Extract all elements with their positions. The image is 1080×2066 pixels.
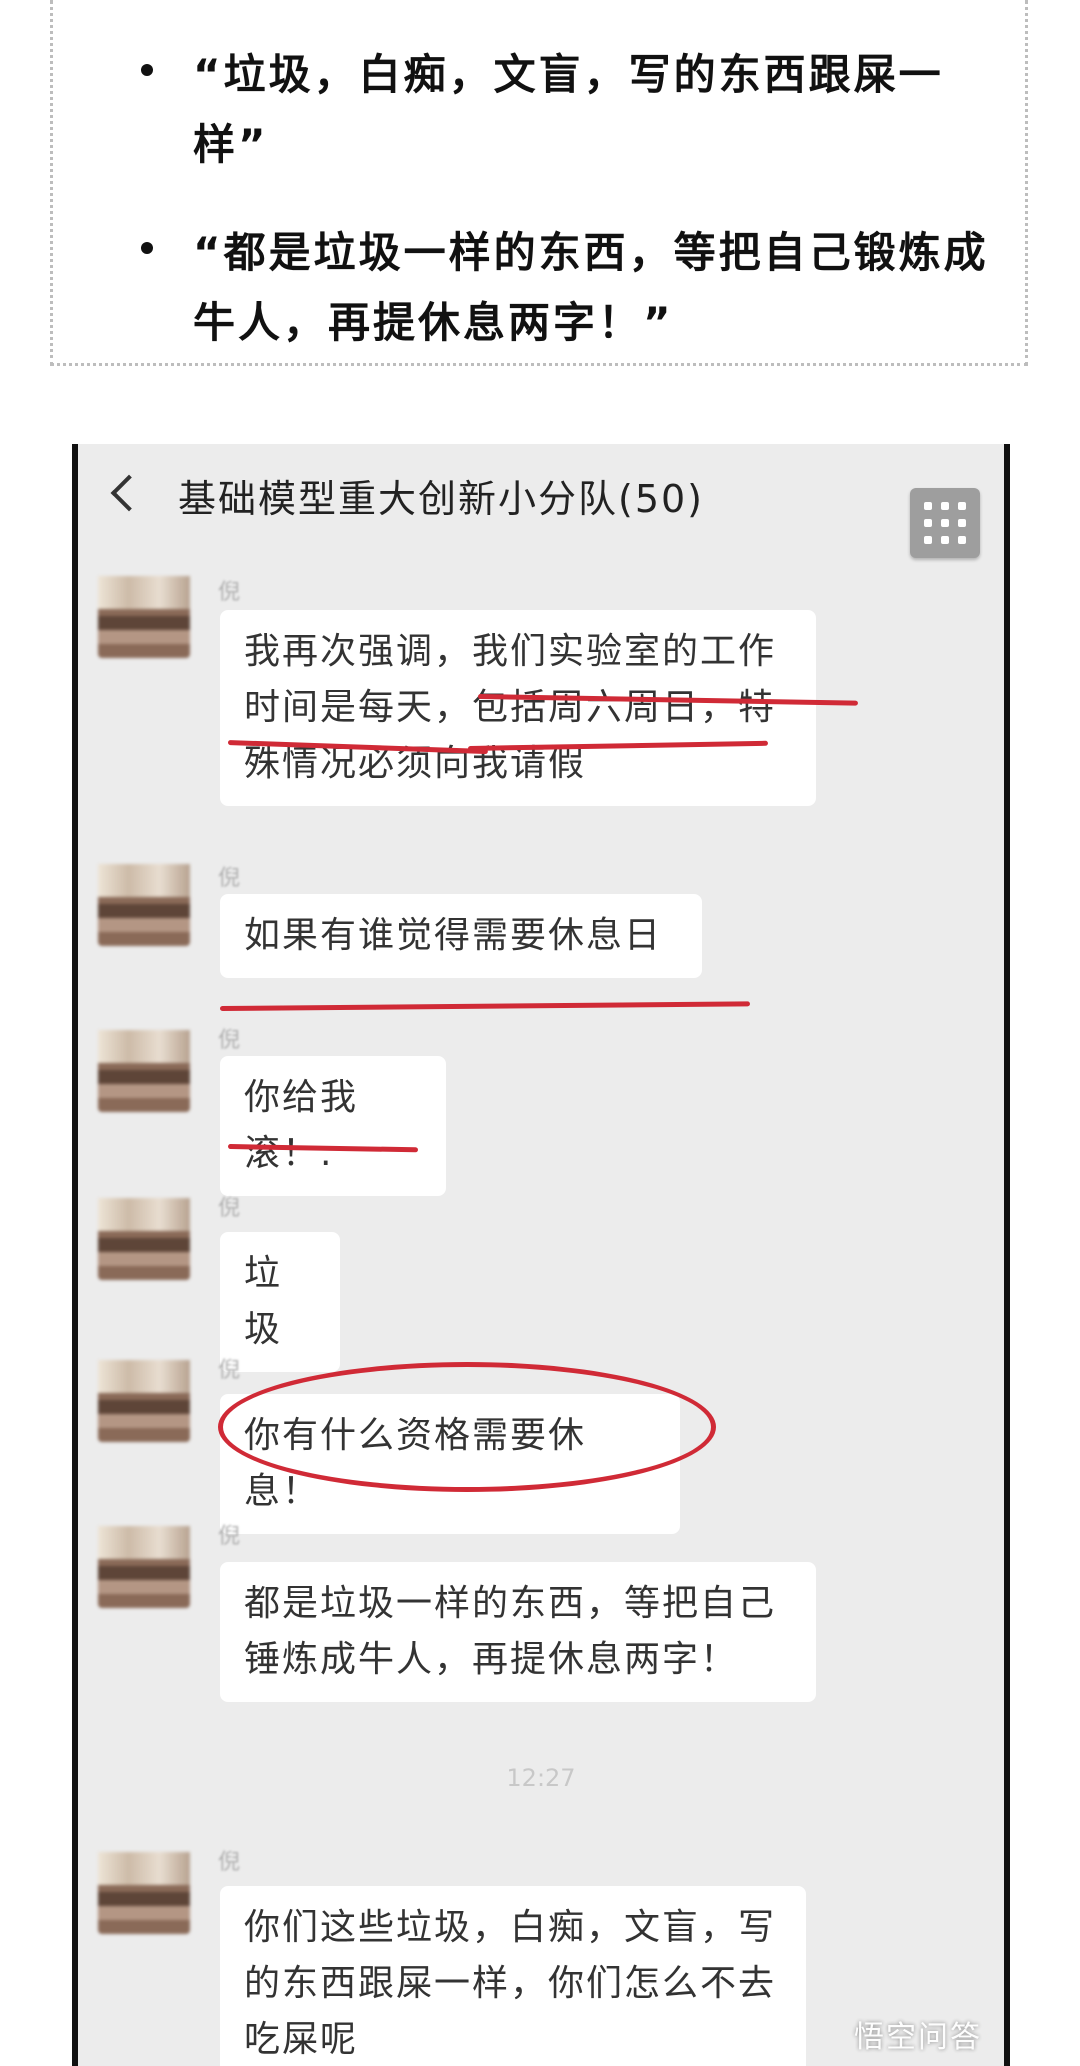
back-arrow-icon[interactable] <box>110 474 148 512</box>
message-bubble[interactable]: 垃圾 <box>220 1232 340 1372</box>
quote-text: “都是垃圾一样的东西，等把自己锻炼成牛人，再提休息两字！” <box>193 228 989 347</box>
sender-name: 倪 <box>218 580 241 605</box>
bullet-icon <box>141 242 153 254</box>
avatar[interactable] <box>98 1198 190 1280</box>
avatar[interactable] <box>98 1360 190 1442</box>
sender-name: 倪 <box>218 1196 241 1221</box>
bullet-icon <box>141 64 153 76</box>
message-bubble[interactable]: 都是垃圾一样的东西，等把自己锤炼成牛人，再提休息两字！ <box>220 1562 816 1702</box>
wukong-logo-icon <box>748 2010 794 2056</box>
chat-screenshot: 基础模型重大创新小分队(50) 倪 我再次强调，我们实验室的工作时间是每天，包括… <box>72 444 1010 2066</box>
quote-box: “垃圾，白痴，文盲，写的东西跟屎一样” “都是垃圾一样的东西，等把自己锻炼成牛人… <box>50 0 1028 366</box>
sender-name: 倪 <box>218 866 241 891</box>
sender-name: 倪 <box>218 1028 241 1053</box>
avatar[interactable] <box>98 864 190 946</box>
message-bubble[interactable]: 我再次强调，我们实验室的工作时间是每天，包括周六周日，特殊情况必须向我请假 <box>220 610 816 806</box>
red-underline <box>219 1001 751 1011</box>
message-bubble[interactable]: 你们这些垃圾，白痴，文盲，写的东西跟屎一样，你们怎么不去吃屎呢 <box>220 1886 806 2066</box>
chat-title: 基础模型重大创新小分队(50) <box>178 477 705 521</box>
quote-list: “垃圾，白痴，文盲，写的东西跟屎一样” “都是垃圾一样的东西，等把自己锻炼成牛人… <box>53 40 1025 396</box>
avatar[interactable] <box>98 576 190 658</box>
red-circle-annotation <box>218 1362 716 1492</box>
sender-name: 倪 <box>218 1850 241 1875</box>
quote-item: “垃圾，白痴，文盲，写的东西跟屎一样” <box>53 40 1025 180</box>
group-menu-icon[interactable] <box>910 488 980 558</box>
quote-item: “都是垃圾一样的东西，等把自己锻炼成牛人，再提休息两字！” <box>53 218 1025 358</box>
quote-text: “垃圾，白痴，文盲，写的东西跟屎一样” <box>193 50 944 169</box>
avatar[interactable] <box>98 1852 190 1934</box>
sender-name: 倪 <box>218 1358 241 1383</box>
message-bubble[interactable]: 你给我滚！. <box>220 1056 446 1196</box>
avatar[interactable] <box>98 1030 190 1112</box>
chat-header: 基础模型重大创新小分队(50) <box>78 444 1004 558</box>
avatar[interactable] <box>98 1526 190 1608</box>
message-bubble[interactable]: 如果有谁觉得需要休息日 <box>220 894 702 978</box>
sender-name: 倪 <box>218 1524 241 1549</box>
watermark: 悟空问答 <box>854 2020 982 2055</box>
time-label: 12:27 <box>506 1764 576 1792</box>
